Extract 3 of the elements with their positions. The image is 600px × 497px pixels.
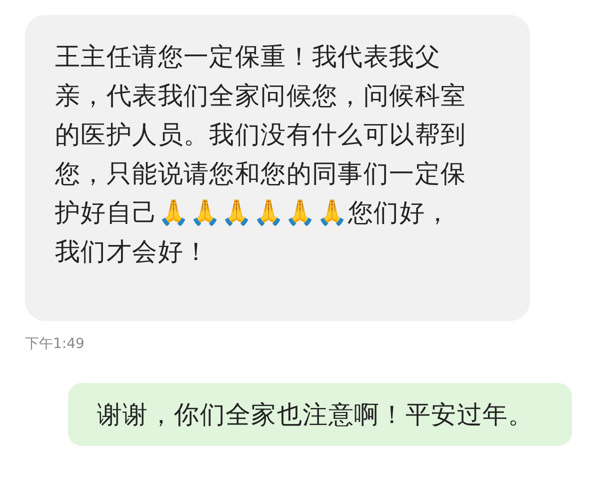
message-bubble: 谢谢，你们全家也注意啊！平安过年。 [68, 383, 572, 446]
message-time: 下午1:49 [25, 336, 84, 352]
message-bubble: 王主任请您一定保重！我代表我父亲，代表我们全家问候您，问候科室的医护人员。我们没有什么可以帮到您，只能说请您和您的同事们一定保护好自己🙏🙏🙏🙏🙏🙏您们好，我们才会好！ [25, 15, 530, 321]
